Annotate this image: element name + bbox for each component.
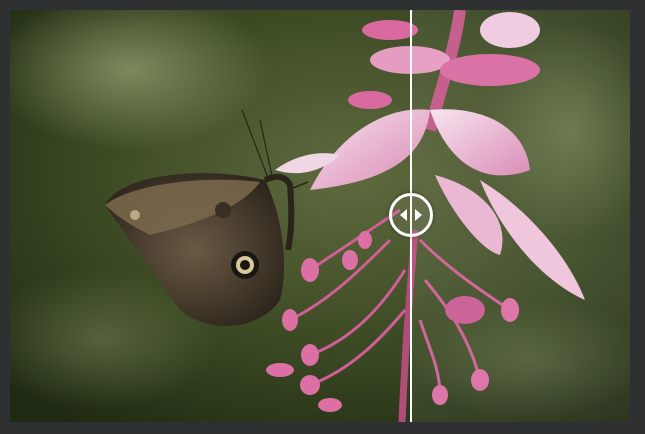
before-after-comparison-viewer[interactable] [10,10,630,422]
comparison-slider-handle[interactable] [389,193,433,237]
triangle-right-icon [415,209,422,221]
triangle-left-icon [400,209,407,221]
comparison-photo [10,10,630,422]
